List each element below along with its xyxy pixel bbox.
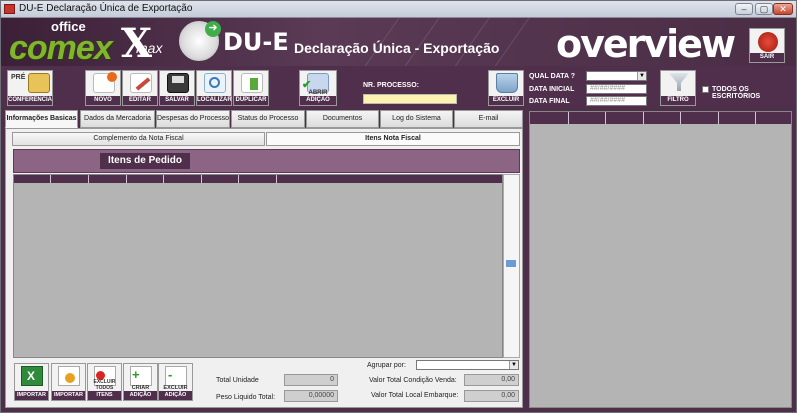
trash-icon [496,73,518,93]
agrupar-por-select[interactable]: ▼ [416,360,519,370]
criar-adicao-button[interactable]: + CRIAR ADIÇÃO [123,363,158,401]
agrupar-por-label: Agrupar por: [367,362,406,369]
salvar-button[interactable]: SALVAR [159,70,195,106]
itens-header-bar: Itens de Pedido [13,149,520,173]
window-title: DU-E Declaração Única de Exportação [19,3,193,14]
exit-button[interactable]: SAIR [749,28,785,63]
remove-icon: - [165,366,187,386]
importar-excel-button[interactable]: X IMPORTAR [14,363,49,401]
duplicate-icon [241,73,263,93]
new-document-icon [93,72,117,93]
total-unidade-value: 0 [284,374,338,386]
excluir-todos-itens-button[interactable]: EXCLUIR TODOS ITENS [87,363,122,401]
document-export-icon: ➜ [179,21,221,61]
tab-informacoes-basicas[interactable]: Informações Basicas [5,110,78,128]
grid-header [14,175,502,183]
excel-icon: X [21,366,43,386]
nr-processo-input[interactable] [363,94,457,104]
app-subtitle: Declaração Única - Exportação [294,40,500,56]
excluir-button[interactable]: EXCLUIR [488,70,524,106]
close-button[interactable]: ✕ [773,3,793,15]
total-unidade-label: Total Unidade [216,377,259,384]
power-icon [758,32,778,52]
duplicar-button[interactable]: DUPLICAR [233,70,269,106]
filtro-button[interactable]: FILTRO [660,70,696,106]
todos-escritorios-checkbox[interactable] [702,86,709,93]
search-icon [204,73,226,93]
abrir-adicao-button[interactable]: ✔ ABRIR ADIÇÃO [299,70,337,106]
tab-email[interactable]: E-mail [454,110,523,128]
save-disk-icon [167,73,189,93]
pre-conferencia-button[interactable]: PRÉ CONFERENCIA [7,70,53,106]
logo-max: max [136,40,163,56]
logo-comex: comex [9,29,113,66]
itens-title: Itens de Pedido [100,153,190,169]
chevron-down-icon: ▼ [509,361,518,369]
edit-pencil-icon [130,73,152,93]
tab-documentos[interactable]: Documentos [306,110,379,128]
chevron-down-icon: ▼ [637,72,646,80]
peso-liquido-value: 0,00000 [284,390,338,402]
header-banner: office comex X max ➜ DU-E Declaração Úni… [1,18,796,66]
valor-local-label: Valor Total Local Embarque: [371,392,459,399]
funnel-icon [669,73,689,91]
peso-liquido-label: Peso Liquido Total: [216,394,276,401]
novo-button[interactable]: NOVO [85,70,121,106]
maximize-button[interactable]: ▢ [755,3,773,15]
minimize-button[interactable]: – [735,3,753,15]
tab-despesas-processo[interactable]: Despesas do Processo [156,110,230,128]
data-final-label: DATA FINAL [529,98,570,105]
subtab-itens-nota-fiscal[interactable]: Itens Nota Fiscal [266,132,520,146]
valor-condicao-label: Valor Total Condição Venda: [369,377,457,384]
tab-log-sistema[interactable]: Log do Sistema [380,110,453,128]
overview-grid-header [530,112,791,124]
importar-button[interactable]: IMPORTAR [51,363,86,401]
app-window: DU-E Declaração Única de Exportação – ▢ … [0,0,797,413]
tab-status-processo[interactable]: Status do Processo [231,110,305,128]
itens-grid[interactable] [13,174,503,358]
qual-data-select[interactable]: ▼ [586,71,647,81]
overview-logo: overview [556,22,736,66]
valor-condicao-value: 0,00 [464,374,519,386]
import-document-icon [58,366,80,386]
localizar-button[interactable]: LOCALIZAR [196,70,232,106]
side-arrow-icon[interactable] [506,260,516,267]
main-tabs: Informações Basicas Dados da Mercadoria … [5,110,523,128]
app-icon [4,4,15,14]
data-inicial-label: DATA INICIAL [529,86,575,93]
excluir-adicao-button[interactable]: - EXCLUIR ADIÇÃO [158,363,193,401]
editar-button[interactable]: EDITAR [122,70,158,106]
qual-data-label: QUAL DATA ? [529,73,576,80]
tab-dados-mercadoria[interactable]: Dados da Mercadoria [80,110,155,128]
subtab-complemento-nota-fiscal[interactable]: Complemento da Nota Fiscal [12,132,265,146]
valor-local-value: 0,00 [464,390,519,402]
app-title: DU-E [223,28,289,56]
clipboard-icon [28,73,50,93]
overview-grid[interactable] [529,111,792,408]
add-icon: + [130,366,152,386]
todos-escritorios-label: TODOS OS ESCRITÓRIOS [712,86,761,100]
data-final-input[interactable]: ##/##/#### [586,96,647,106]
title-bar: DU-E Declaração Única de Exportação – ▢ … [1,1,796,18]
data-inicial-input[interactable]: ##/##/#### [586,84,647,94]
nr-processo-label: NR. PROCESSO: [363,82,420,89]
